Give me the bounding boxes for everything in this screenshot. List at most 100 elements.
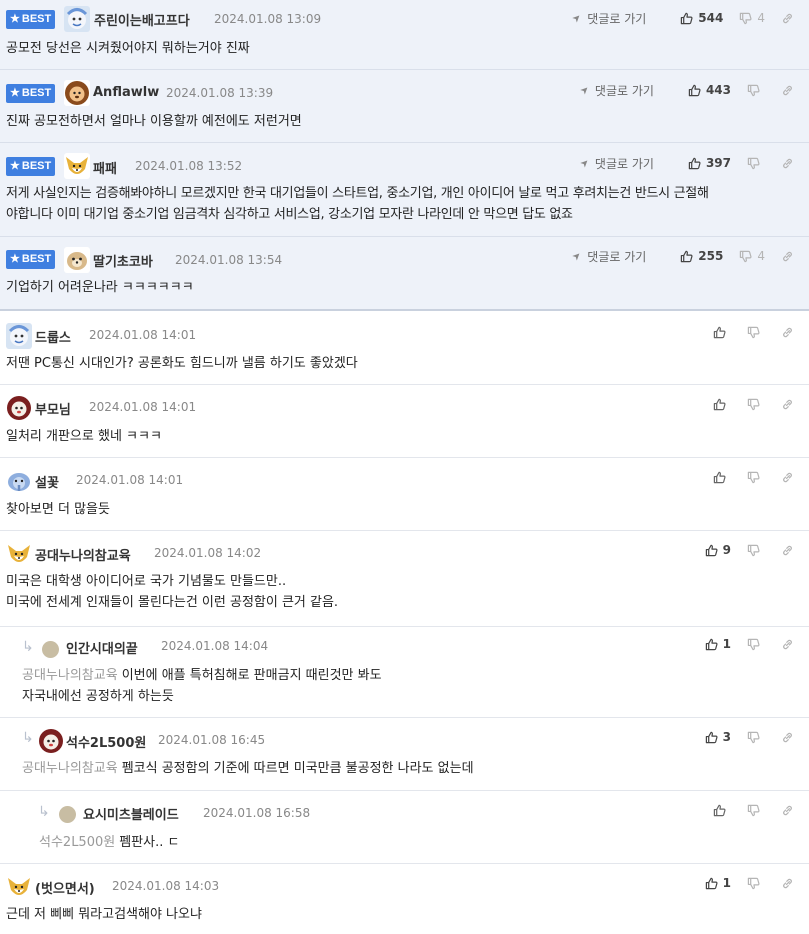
- timestamp: 2024.01.08 13:52: [135, 159, 243, 173]
- timestamp: 2024.01.08 14:03: [112, 879, 220, 893]
- share-link-button[interactable]: [781, 84, 799, 97]
- thumbs-down-icon: [747, 544, 760, 557]
- nickname[interactable]: 설꽃: [35, 472, 59, 491]
- share-link-button[interactable]: [781, 326, 799, 339]
- comment-actions: ➤ 댓글로 가기 443: [578, 80, 799, 100]
- share-link-button[interactable]: [781, 471, 799, 484]
- avatar[interactable]: [6, 874, 32, 900]
- link-icon: [781, 544, 794, 557]
- upvote-button[interactable]: 1: [705, 637, 731, 651]
- best-comment: ★ BEST 패패 2024.01.08 13:52 ➤ 댓글로 가기 397 저게…: [0, 143, 809, 237]
- share-link-button[interactable]: [781, 398, 799, 411]
- thumbs-up-icon: [713, 398, 726, 411]
- downvote-button[interactable]: [747, 157, 765, 170]
- downvote-button[interactable]: [747, 84, 765, 97]
- upvote-button[interactable]: [713, 326, 731, 339]
- upvote-button[interactable]: 544: [680, 11, 723, 25]
- avatar[interactable]: [6, 323, 32, 349]
- upvote-button[interactable]: 397: [688, 156, 731, 170]
- link-icon: [781, 326, 794, 339]
- comment-text-line: 미국은 대학생 아이디어로 국가 기념물도 만들드만..: [6, 574, 287, 589]
- downvote-button[interactable]: 4: [739, 249, 765, 263]
- share-link-button[interactable]: [781, 157, 799, 170]
- downvote-button[interactable]: [747, 804, 765, 817]
- avatar[interactable]: [64, 153, 90, 179]
- avatar[interactable]: [64, 247, 90, 273]
- nickname[interactable]: (벗으면서): [35, 878, 95, 897]
- nickname[interactable]: Anflawlw: [93, 85, 159, 100]
- nickname[interactable]: 딸기초코바: [93, 251, 153, 270]
- avatar[interactable]: [64, 6, 90, 32]
- upvote-button[interactable]: 443: [688, 83, 731, 97]
- nickname[interactable]: 공대누나의참교육: [35, 545, 131, 564]
- upvote-button[interactable]: [713, 398, 731, 411]
- go-to-reply-link[interactable]: ➤ 댓글로 가기: [578, 82, 654, 99]
- comment-text-line: 저게 사실인지는 검증해봐야하니 모르겠지만 한국 대기업들이 스타트업, 중소…: [6, 186, 709, 201]
- downvote-button[interactable]: [747, 544, 765, 557]
- comment-text: 미국은 대학생 아이디어로 국가 기념물도 만들드만.. 미국에 전세계 인재들…: [6, 571, 799, 613]
- comment-text: 기업하기 어려운나라 ㅋㅋㅋㅋㅋㅋ: [6, 280, 194, 295]
- reply-target-tag[interactable]: 공대누나의참교육: [22, 761, 118, 776]
- share-link-button[interactable]: [781, 638, 799, 651]
- go-to-reply-link[interactable]: ➤ 댓글로 가기: [570, 10, 646, 27]
- share-link-button[interactable]: [781, 804, 799, 817]
- upvote-count: 1: [722, 637, 731, 651]
- go-to-reply-link[interactable]: ➤ 댓글로 가기: [578, 155, 654, 172]
- best-comment: ★ BEST 딸기초코바 2024.01.08 13:54 ➤ 댓글로 가기 255…: [0, 237, 809, 311]
- thumbs-down-icon: [747, 157, 760, 170]
- upvote-button[interactable]: 1: [705, 876, 731, 890]
- upvote-count: 397: [705, 156, 731, 170]
- thumbs-up-icon: [680, 250, 693, 263]
- downvote-button[interactable]: [747, 731, 765, 744]
- nickname[interactable]: 패패: [93, 158, 117, 177]
- link-icon: [781, 731, 794, 744]
- go-to-reply-link[interactable]: ➤ 댓글로 가기: [570, 248, 646, 265]
- best-badge: ★ BEST: [6, 10, 55, 29]
- reply-target-tag[interactable]: 공대누나의참교육: [22, 668, 118, 683]
- comment-text-line: 야합니다 이미 대기업 중소기업 임금격차 심각하고 서비스업, 강소기업 모자…: [6, 207, 573, 222]
- reply-arrow-icon: ↳: [38, 804, 50, 820]
- share-link-button[interactable]: [781, 731, 799, 744]
- nickname[interactable]: 인간시대의끝: [66, 638, 138, 657]
- avatar[interactable]: [6, 395, 32, 421]
- nickname[interactable]: 주린이는배고프다: [94, 10, 190, 29]
- share-link-button[interactable]: [781, 250, 799, 263]
- downvote-button[interactable]: 4: [739, 11, 765, 25]
- downvote-count: 4: [757, 11, 765, 25]
- timestamp: 2024.01.08 14:04: [161, 639, 269, 653]
- comment-text: 공대누나의참교육 펨코식 공정함의 기준에 따르면 미국만큼 불공정한 나라도 없…: [22, 758, 799, 779]
- thumbs-up-icon: [688, 84, 701, 97]
- share-link-button[interactable]: [781, 877, 799, 890]
- reply-target-tag[interactable]: 석수2L500원: [39, 835, 115, 850]
- avatar[interactable]: [42, 641, 59, 658]
- upvote-button[interactable]: [713, 471, 731, 484]
- upvote-button[interactable]: 255: [680, 249, 723, 263]
- nickname[interactable]: 석수2L500원: [66, 732, 146, 751]
- thumbs-up-icon: [713, 804, 726, 817]
- upvote-button[interactable]: [713, 804, 731, 817]
- comment-text: 공모전 당선은 시켜줬어야지 뭐하는거야 진짜: [6, 41, 250, 56]
- comment-actions: ➤ 댓글로 가기 544 4: [570, 8, 799, 28]
- downvote-button[interactable]: [747, 638, 765, 651]
- thumbs-down-icon: [747, 326, 760, 339]
- nickname[interactable]: 요시미츠블레이드: [83, 804, 179, 823]
- avatar[interactable]: [64, 80, 90, 106]
- upvote-button[interactable]: 3: [705, 730, 731, 744]
- timestamp: 2024.01.08 16:45: [158, 733, 266, 747]
- nickname[interactable]: 부모님: [35, 399, 71, 418]
- avatar[interactable]: [6, 468, 32, 494]
- share-link-button[interactable]: [781, 544, 799, 557]
- avatar[interactable]: [6, 541, 32, 567]
- downvote-button[interactable]: [747, 471, 765, 484]
- avatar[interactable]: [59, 806, 76, 823]
- best-badge: ★ BEST: [6, 250, 55, 269]
- thumbs-down-icon: [747, 638, 760, 651]
- downvote-button[interactable]: [747, 877, 765, 890]
- nickname[interactable]: 드룹스: [35, 327, 71, 346]
- upvote-button[interactable]: 9: [705, 543, 731, 557]
- share-link-button[interactable]: [781, 12, 799, 25]
- downvote-button[interactable]: [747, 326, 765, 339]
- downvote-button[interactable]: [747, 398, 765, 411]
- avatar[interactable]: [38, 728, 64, 754]
- best-comment: ★ BEST 주린이는배고프다 2024.01.08 13:09 ➤ 댓글로 가기 …: [0, 0, 809, 70]
